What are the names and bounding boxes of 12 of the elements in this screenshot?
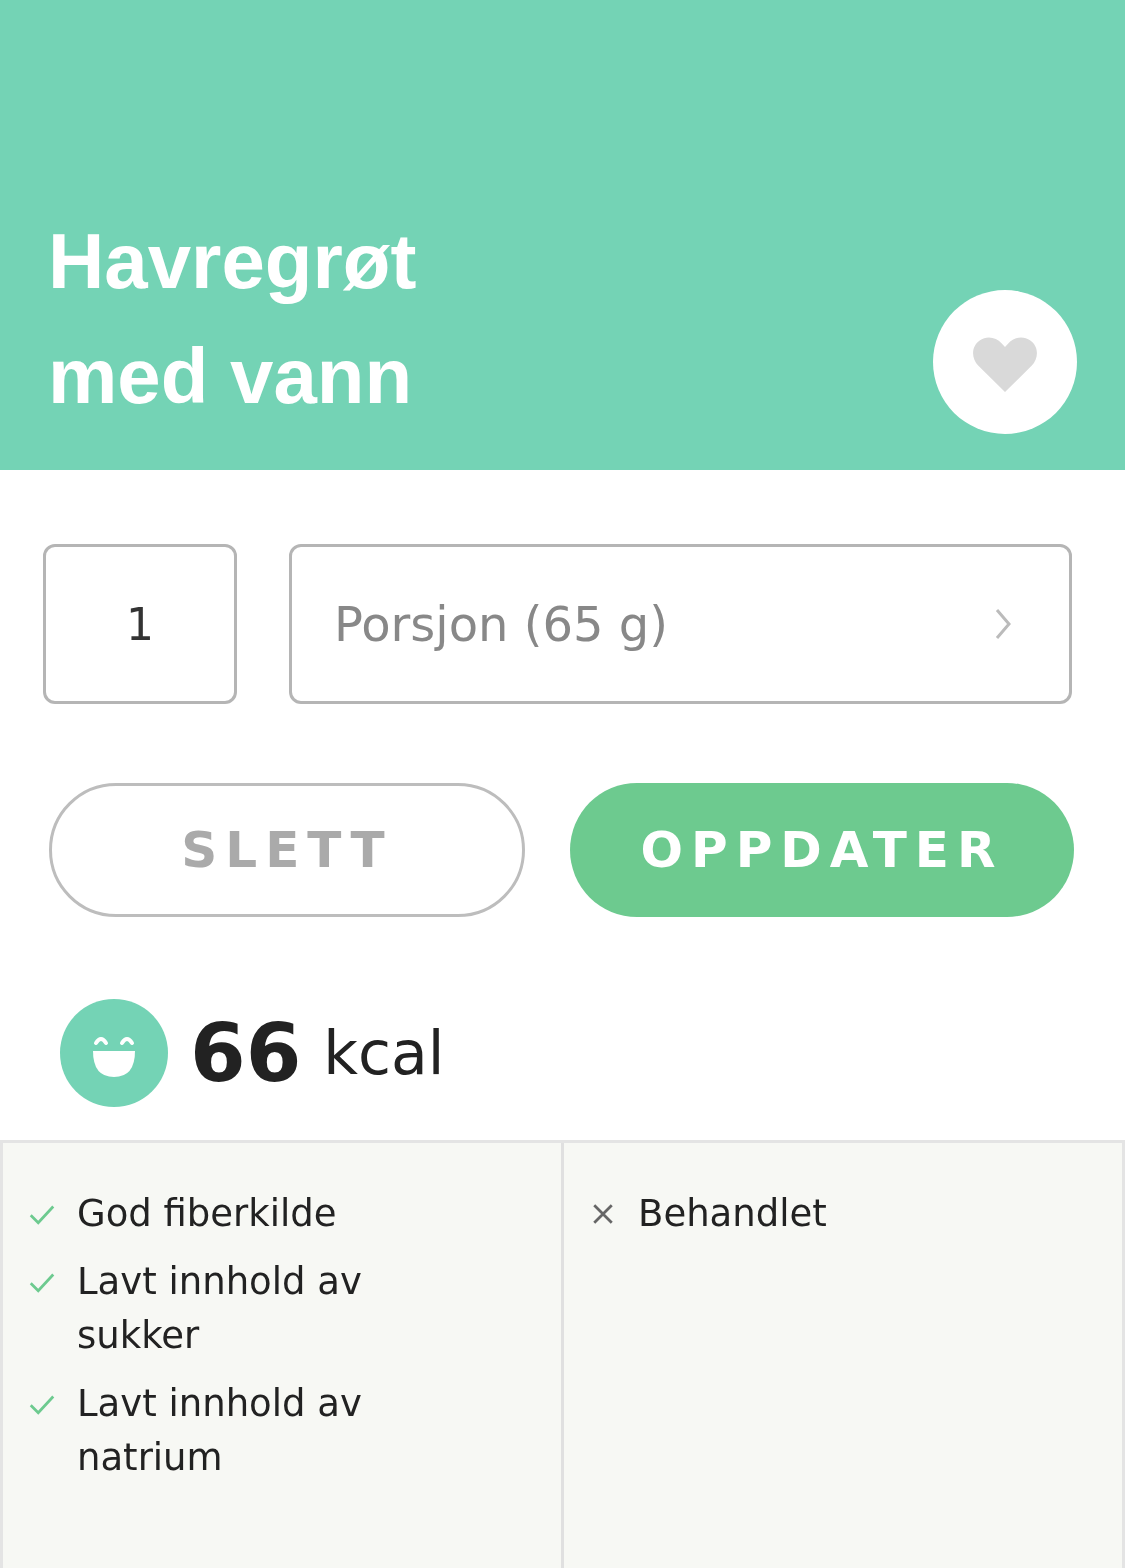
property-text: God fiberkilde xyxy=(77,1191,338,1237)
food-title: Havregrøt med vann xyxy=(48,216,418,422)
quantity-field[interactable]: 1 xyxy=(43,544,237,704)
property-text: Lavt innhold av natrium xyxy=(77,1381,363,1481)
update-button[interactable]: OPPDATER xyxy=(570,783,1074,917)
smiley-icon xyxy=(60,999,168,1107)
calorie-unit: kcal xyxy=(323,1018,445,1088)
calorie-value: 66 xyxy=(190,1006,302,1100)
delete-button[interactable]: SLETT xyxy=(49,783,525,917)
unit-selector[interactable]: Porsjon (65 g) xyxy=(289,544,1072,704)
property-text: Behandlet xyxy=(638,1191,828,1237)
property-text: Lavt innhold av sukker xyxy=(77,1259,363,1359)
